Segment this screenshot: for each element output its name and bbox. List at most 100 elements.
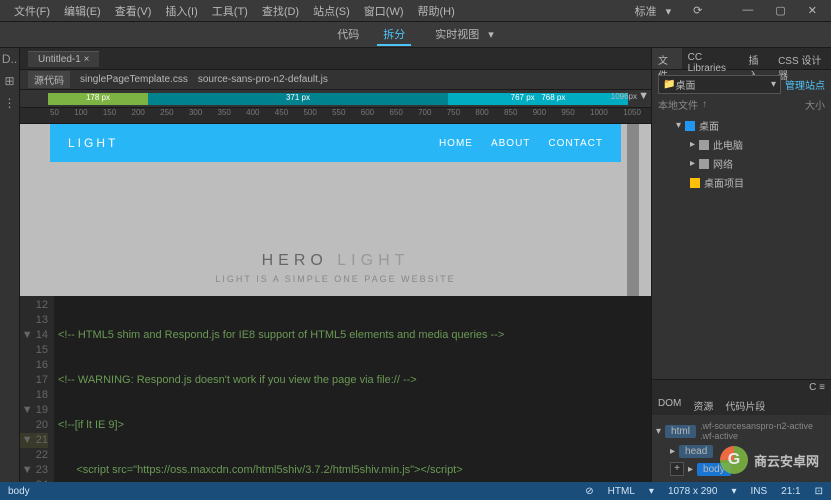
preview-logo[interactable]: LIGHT	[68, 136, 118, 150]
close-icon[interactable]: ✕	[802, 2, 823, 19]
folder-icon	[685, 121, 695, 131]
tab-css-designer[interactable]: CSS 设计器	[772, 48, 831, 69]
hero-subtitle: LIGHT IS A SIMPLE ONE PAGE WEBSITE	[215, 274, 455, 284]
tab-dom[interactable]: DOM	[652, 395, 687, 415]
tree-computer[interactable]: ▸ 此电脑	[662, 135, 821, 154]
menu-help[interactable]: 帮助(H)	[412, 1, 461, 21]
status-ins: INS	[750, 486, 767, 497]
menu-window[interactable]: 窗口(W)	[358, 1, 410, 21]
code-line: <script src="https://oss.maxcdn.com/html…	[58, 463, 651, 478]
tree-network[interactable]: ▸ 网络	[662, 154, 821, 173]
code-line: <!-- HTML5 shim and Respond.js for IE8 s…	[58, 328, 651, 343]
files-panel-body: 📁 桌面 ▾ 管理站点 本地文件 ↑ 大小 ▾ 桌面 ▸ 此电脑 ▸ 网络 桌面…	[652, 70, 831, 198]
preview-nav-home[interactable]: HOME	[439, 138, 473, 149]
menu-items: 文件(F) 编辑(E) 查看(V) 插入(I) 工具(T) 查找(D) 站点(S…	[8, 1, 461, 21]
panel-tabs: 文件 CC Libraries 插入 CSS 设计器	[652, 48, 831, 70]
status-preview-icon[interactable]: ⊡	[815, 486, 823, 497]
preview-nav: HOME ABOUT CONTACT	[439, 138, 603, 149]
preview-hero: HERO LIGHT LIGHT IS A SIMPLE ONE PAGE WE…	[50, 162, 621, 296]
tree-desktop[interactable]: ▾ 桌面	[662, 116, 821, 135]
menu-insert[interactable]: 插入(I)	[159, 1, 203, 21]
site-dropdown[interactable]: 📁 桌面 ▾	[658, 75, 781, 94]
watermark-text: 商云安卓网	[754, 451, 819, 470]
status-html[interactable]: HTML	[608, 486, 635, 497]
preview-nav-contact[interactable]: CONTACT	[548, 138, 603, 149]
code-line: <!--[if lt IE 9]>	[58, 418, 651, 433]
view-split[interactable]: 拆分	[377, 24, 411, 46]
dom-tabs: DOM 资源 代码片段	[652, 395, 831, 415]
live-preview[interactable]: LIGHT HOME ABOUT CONTACT HERO LIGHT LIGH…	[20, 124, 651, 296]
code-line: <!-- WARNING: Respond.js doesn't work if…	[58, 373, 651, 388]
status-path[interactable]: body	[8, 486, 30, 497]
menu-view[interactable]: 查看(V)	[109, 1, 158, 21]
code-editor[interactable]: 1213▼ 1415161718▼ 1920▼ 2122▼ 232425▼ 26…	[20, 296, 651, 482]
ruler: 5010015020025030035040045050055060065070…	[20, 108, 651, 124]
related-file-js[interactable]: source-sans-pro-n2-default.js	[198, 74, 328, 85]
breakpoint-1[interactable]: 178 px	[48, 93, 148, 105]
view-live[interactable]: 实时视图 ▾	[423, 24, 500, 46]
menubar: 文件(F) 编辑(E) 查看(V) 插入(I) 工具(T) 查找(D) 站点(S…	[0, 0, 831, 22]
folder-icon	[690, 178, 700, 188]
network-icon	[699, 159, 709, 169]
dom-html[interactable]: ▾ html .wf-sourcesanspro-n2-active .wf-a…	[656, 419, 827, 443]
menu-tools[interactable]: 工具(T)	[206, 1, 254, 21]
statusbar: body ⊘ HTML ▾ 1078 x 290 ▾ INS 21:1 ⊡	[0, 482, 831, 500]
drive-icon	[699, 140, 709, 150]
preview-header: LIGHT HOME ABOUT CONTACT	[50, 124, 621, 162]
tool-dots[interactable]: ⋮	[4, 96, 16, 110]
manage-sites-link[interactable]: 管理站点	[785, 77, 825, 92]
menu-find[interactable]: 查找(D)	[256, 1, 305, 21]
maximize-icon[interactable]: ▢	[769, 2, 791, 19]
main-area: D.. ⊞ ⋮ Untitled-1 × 源代码 singlePageTempl…	[0, 48, 831, 482]
status-viewport[interactable]: 1078 x 290	[668, 486, 718, 497]
left-toolbar: D.. ⊞ ⋮	[0, 48, 20, 482]
preview-scrollbar[interactable]	[627, 124, 639, 296]
tab-insert[interactable]: 插入	[742, 48, 772, 69]
line-gutter: 1213▼ 1415161718▼ 1920▼ 2122▼ 232425▼ 26…	[20, 296, 54, 482]
tool-hash[interactable]: ⊞	[4, 74, 14, 88]
menu-site[interactable]: 站点(S)	[307, 1, 356, 21]
tab-cc-libraries[interactable]: CC Libraries	[682, 48, 743, 69]
watermark-logo-icon: G	[720, 446, 748, 474]
preview-page: LIGHT HOME ABOUT CONTACT HERO LIGHT LIGH…	[50, 124, 621, 296]
view-toolbar: 代码 拆分 实时视图 ▾	[0, 22, 831, 48]
right-panel: 文件 CC Libraries 插入 CSS 设计器 📁 桌面 ▾ 管理站点 本…	[651, 48, 831, 482]
breakpoint-end: 1096px	[611, 92, 637, 101]
document-tabs: Untitled-1 ×	[20, 48, 651, 70]
tree-desktop-items[interactable]: 桌面项目	[662, 173, 821, 192]
tab-files[interactable]: 文件	[652, 48, 682, 69]
tab-assets[interactable]: 资源	[687, 395, 719, 415]
status-cursor: 21:1	[781, 486, 800, 497]
related-files-bar: 源代码 singlePageTemplate.css source-sans-p…	[20, 70, 651, 90]
breakpoint-marker-icon[interactable]: ▼	[638, 90, 649, 102]
breakpoint-3[interactable]: 767 px 768 px	[448, 93, 628, 105]
menu-edit[interactable]: 编辑(E)	[58, 1, 107, 21]
file-tree: ▾ 桌面 ▸ 此电脑 ▸ 网络 桌面项目	[658, 114, 825, 194]
menubar-right: 标准 ▾ ⟳ — ▢ ✕	[623, 1, 823, 21]
ruler-ticks: 5010015020025030035040045050055060065070…	[50, 108, 641, 117]
minimize-icon[interactable]: —	[736, 2, 759, 19]
status-mode-icon[interactable]: ⊘	[585, 486, 593, 497]
watermark: G 商云安卓网	[720, 446, 819, 474]
add-element-button[interactable]: +	[670, 462, 684, 476]
code-content[interactable]: <!-- HTML5 shim and Respond.js for IE8 s…	[54, 296, 651, 482]
tool-d[interactable]: D..	[2, 52, 17, 66]
preview-nav-about[interactable]: ABOUT	[491, 138, 530, 149]
refresh-icon[interactable]: C	[809, 382, 816, 393]
menu-file[interactable]: 文件(F)	[8, 1, 56, 21]
breakpoint-bar[interactable]: 178 px 371 px 767 px 768 px 1096px ▼	[20, 90, 651, 108]
panel-menu-icon[interactable]: ≡	[819, 382, 825, 393]
hero-title: HERO LIGHT	[262, 252, 410, 270]
editor-column: Untitled-1 × 源代码 singlePageTemplate.css …	[20, 48, 651, 482]
view-code[interactable]: 代码	[331, 24, 365, 46]
sync-icon[interactable]: ⟳	[687, 2, 708, 19]
tab-snippets[interactable]: 代码片段	[719, 395, 771, 415]
related-file-css[interactable]: singlePageTemplate.css	[80, 74, 188, 85]
breakpoint-2[interactable]: 371 px	[148, 93, 448, 105]
window-controls: — ▢ ✕	[736, 2, 823, 19]
size-header: 大小	[805, 97, 825, 112]
workspace-switcher[interactable]: 标准 ▾	[623, 1, 678, 21]
source-code-button[interactable]: 源代码	[28, 71, 70, 88]
doc-tab-untitled[interactable]: Untitled-1 ×	[28, 51, 99, 67]
local-files-header: 本地文件	[658, 97, 698, 112]
